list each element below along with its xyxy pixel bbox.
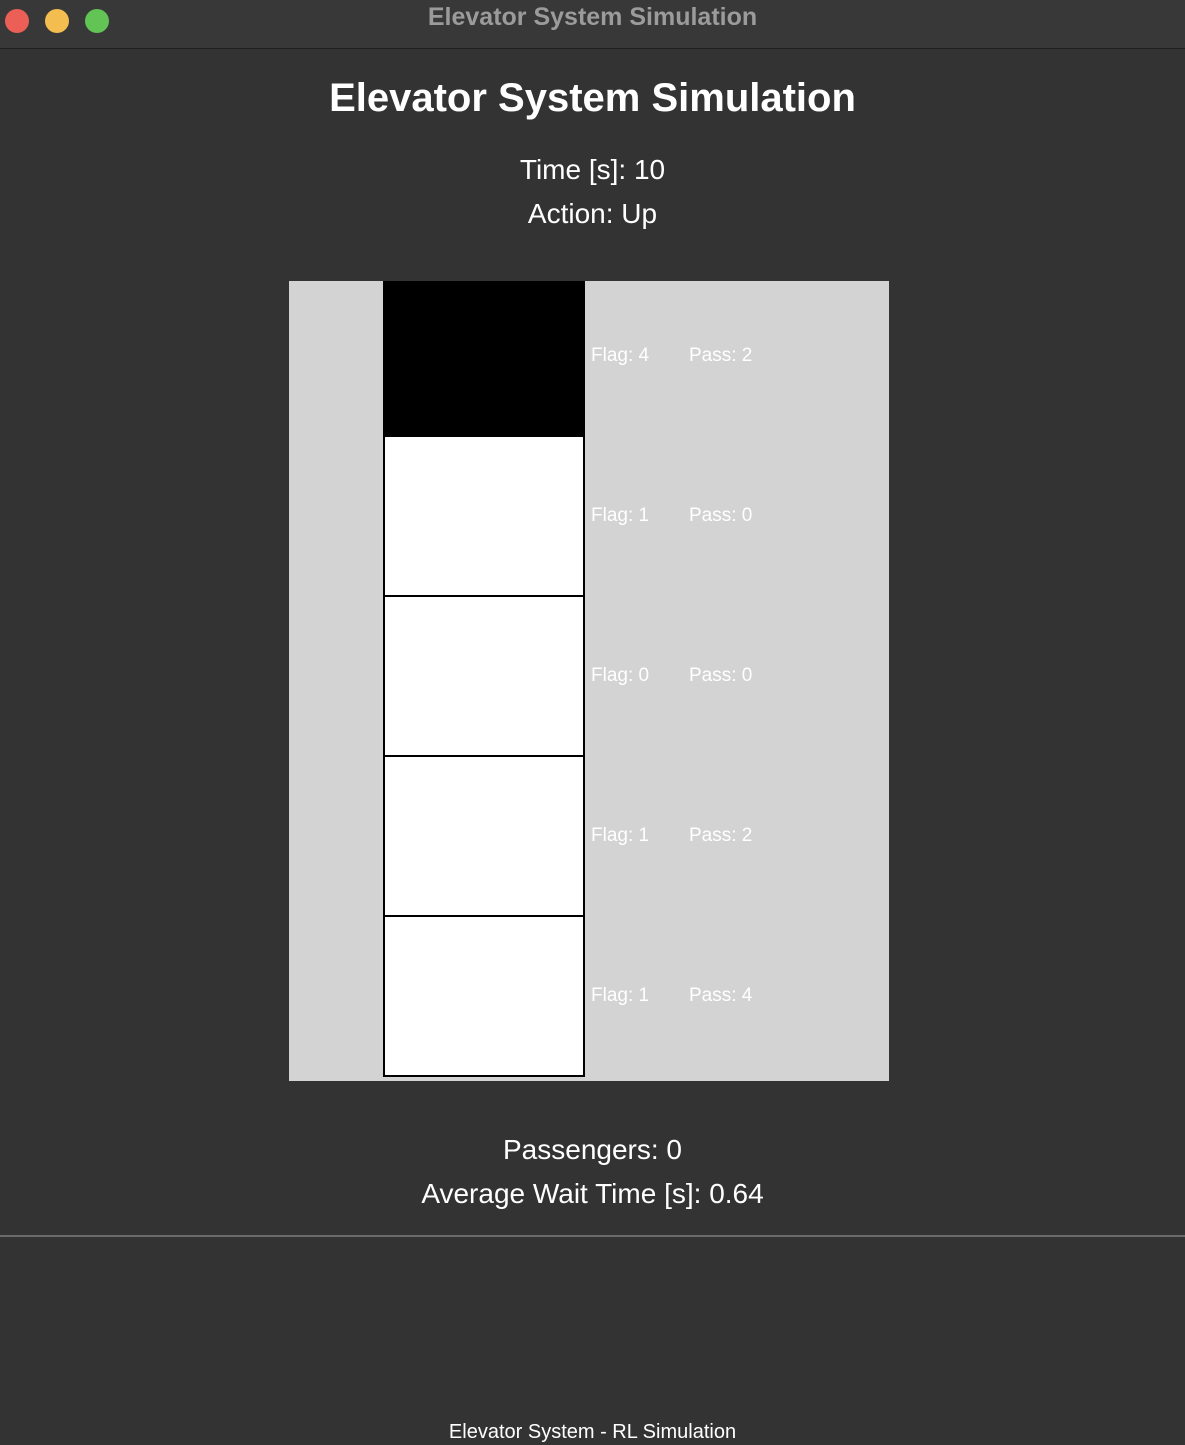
page-title: Elevator System Simulation [329, 76, 856, 120]
window-title: Elevator System Simulation [427, 3, 758, 31]
floor-1-pass: Pass: 4 [689, 985, 753, 1006]
floor-5-pass: Pass: 2 [689, 345, 753, 366]
passengers-readout: Passengers: 0 [503, 1134, 682, 1165]
app-window: Elevator System Simulation Elevator Syst… [0, 0, 1185, 1445]
floor-2-flag: Flag: 1 [591, 825, 650, 846]
floor-3-pass: Pass: 0 [689, 665, 753, 686]
floor-5-flag: Flag: 4 [591, 345, 650, 366]
floor-cell-2 [383, 755, 585, 917]
average-wait-readout: Average Wait Time [s]: 0.64 [421, 1178, 764, 1209]
floor-4-flag: Flag: 1 [591, 505, 650, 526]
divider [0, 1235, 1185, 1237]
floor-2-pass: Pass: 2 [689, 825, 753, 846]
floor-3-flag: Flag: 0 [591, 665, 650, 686]
floor-4-pass: Pass: 0 [689, 505, 753, 526]
time-readout: Time [s]: 10 [519, 154, 666, 185]
floor-cell-3 [383, 595, 585, 757]
elevator-shaft-canvas: Flag: 4 Pass: 2 Flag: 1 Pass: 0 Flag: 0 … [289, 281, 889, 1081]
floor-cell-1 [383, 915, 585, 1077]
floor-cell-5 [383, 281, 585, 443]
floor-1-flag: Flag: 1 [591, 985, 650, 1006]
title-bar: Elevator System Simulation [0, 0, 1185, 49]
floor-cell-4 [383, 435, 585, 597]
action-readout: Action: Up [527, 198, 658, 229]
footer-caption: Elevator System - RL Simulation [448, 1421, 737, 1443]
